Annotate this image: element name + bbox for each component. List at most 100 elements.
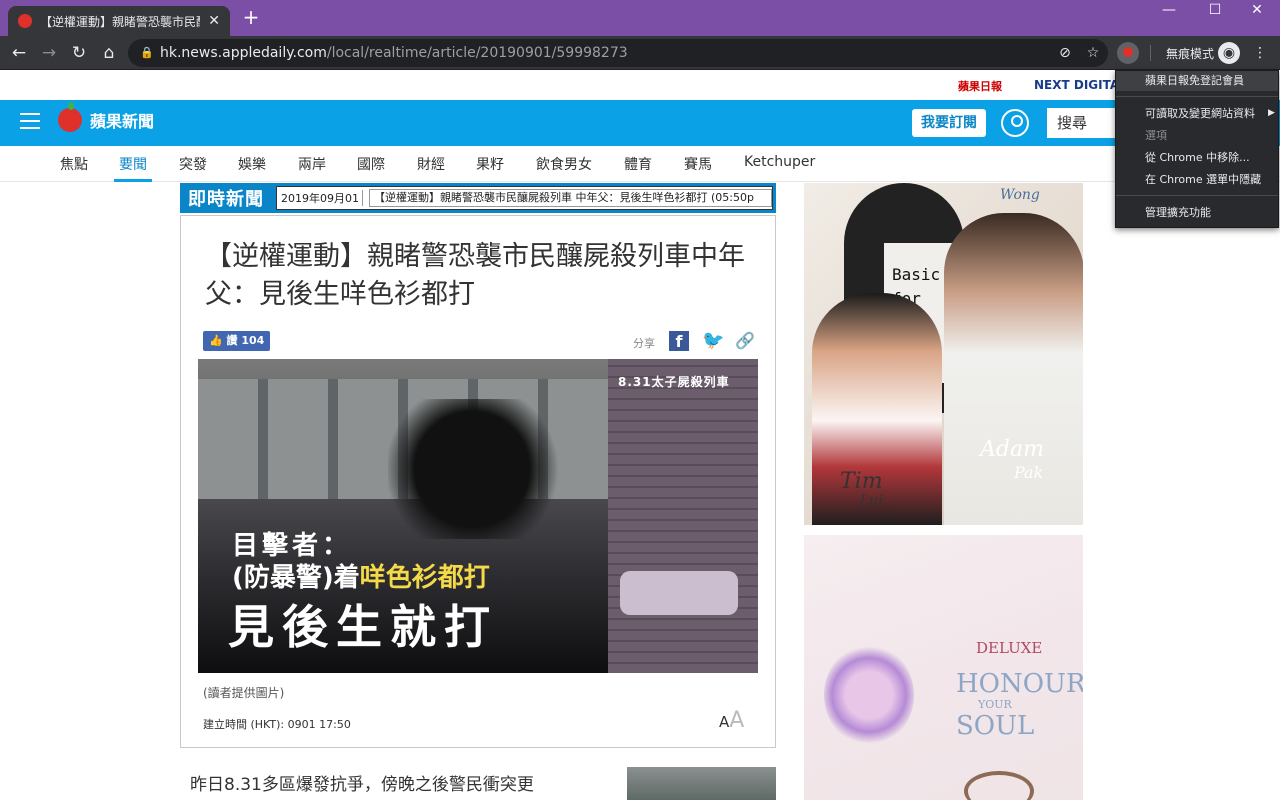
close-window-button[interactable]: ✕ — [1234, 0, 1280, 22]
apple-daily-favicon-icon — [18, 14, 32, 28]
maximize-button[interactable]: ☐ — [1192, 0, 1238, 22]
nav-item-news[interactable]: 要聞 — [119, 154, 147, 174]
subscribe-button[interactable]: 我要訂閱 — [912, 109, 986, 137]
page-content: 蘋果日報 NEXT DIGITAL 蘋果新聞 我要訂閱 搜尋 焦點 要聞 突發 … — [0, 70, 1280, 800]
menu-item-hide[interactable]: 在 Chrome 選單中隱藏 — [1145, 170, 1261, 190]
realtime-news-bar: 即時新聞 2019年09月01 【逆權運動】親睹警恐襲市民釀屍殺列車 中年父：見… — [180, 183, 776, 213]
nav-item-ketchuper[interactable]: Ketchuper — [744, 154, 815, 170]
main-nav-bar: 蘋果新聞 我要訂閱 搜尋 — [0, 100, 1280, 146]
ad-honour-text: HONOUR — [956, 669, 1083, 699]
photo-text-line3: 見後生就打 — [228, 600, 498, 654]
ad-flower-illustration — [824, 645, 914, 745]
ad-ring-ornament — [964, 771, 1034, 800]
nav-item-breaking[interactable]: 突發 — [179, 154, 207, 174]
ad-your-text: YOUR — [978, 698, 1012, 711]
ad-banner-actors[interactable]: Basic for Basi Wong Tim Lui Adam Pak — [804, 183, 1083, 525]
minimize-button[interactable]: — — [1146, 0, 1192, 22]
like-count: 讚 104 — [226, 334, 265, 347]
browser-toolbar: ← → ↻ ⌂ 🔒 hk.news.appledaily.com/local/r… — [0, 36, 1280, 70]
user-account-icon[interactable] — [1001, 109, 1029, 137]
forward-arrow-icon[interactable]: → — [38, 42, 60, 64]
menu-item-site-access[interactable]: 可讀取及變更網站資料 — [1145, 104, 1255, 124]
share-label: 分享 — [633, 337, 655, 350]
facebook-share-icon[interactable]: f — [669, 331, 689, 351]
home-icon[interactable]: ⌂ — [98, 42, 120, 64]
nav-item-focus[interactable]: 焦點 — [60, 154, 88, 174]
photo-bench — [620, 571, 738, 615]
browser-tab[interactable]: 【逆權運動】親睹警恐襲市民釀屍 ✕ — [8, 6, 230, 36]
ad-name-adam: Adam — [980, 437, 1044, 462]
nav-item-finance[interactable]: 財經 — [417, 154, 445, 174]
twitter-share-icon[interactable]: 🐦 — [702, 330, 724, 352]
browser-titlebar: 【逆權運動】親睹警恐襲市民釀屍 ✕ + — ☐ ✕ — [0, 0, 1280, 36]
brand-bar: 蘋果日報 NEXT DIGITAL — [0, 70, 1280, 100]
menu-separator — [1116, 195, 1278, 196]
ad-name-tim: Tim — [840, 469, 883, 494]
nav-item-china[interactable]: 兩岸 — [298, 154, 326, 174]
site-logo-text: 蘋果新聞 — [90, 112, 155, 131]
apple-daily-logo[interactable]: 蘋果日報 — [958, 78, 1002, 94]
active-nav-underline — [114, 179, 152, 182]
nav-item-racing[interactable]: 賽馬 — [684, 154, 712, 174]
article-card: 【逆權運動】親睹警恐襲市民釀屍殺列車中年父：見後生咩色衫都打 👍 讚 104 分… — [180, 215, 776, 748]
photo-crowd — [388, 399, 598, 539]
ad-deluxe-text: DELUXE — [976, 639, 1043, 657]
new-tab-button[interactable]: + — [240, 6, 262, 28]
photo-corner-caption: 8.31太子屍殺列車 — [618, 375, 730, 389]
bookmark-star-icon[interactable]: ☆ — [1082, 42, 1104, 64]
lock-icon: 🔒 — [140, 46, 154, 59]
url-path: /local/realtime/article/20190901/5999827… — [326, 45, 628, 61]
related-thumbnail[interactable] — [627, 767, 776, 800]
nav-item-international[interactable]: 國際 — [357, 154, 385, 174]
address-bar[interactable]: 🔒 hk.news.appledaily.com/local/realtime/… — [128, 39, 1108, 67]
nav-item-lifestyle[interactable]: 果籽 — [476, 154, 504, 174]
ad-name-lui: Lui — [860, 493, 883, 509]
tab-title: 【逆權運動】親睹警恐襲市民釀屍 — [40, 14, 200, 29]
nav-item-entertainment[interactable]: 娛樂 — [238, 154, 266, 174]
font-large-button[interactable]: A — [729, 708, 744, 733]
facebook-like-button[interactable]: 👍 讚 104 — [203, 331, 271, 351]
nav-item-food[interactable]: 飲食男女 — [536, 154, 592, 174]
menu-separator — [1116, 96, 1278, 97]
tab-close-icon[interactable]: ✕ — [208, 13, 220, 29]
copy-link-icon[interactable]: 🔗 — [735, 330, 755, 352]
menu-item-options: 選項 — [1145, 129, 1167, 142]
submenu-arrow-icon: ▶ — [1268, 108, 1275, 118]
realtime-article-select[interactable]: 【逆權運動】親睹警恐襲市民釀屍殺列車 中年父：見後生咩色衫都打 (05:50p — [369, 189, 772, 207]
photo-credit: (讀者提供圖片) — [203, 686, 285, 700]
search-input[interactable]: 搜尋 — [1047, 108, 1117, 138]
font-size-control: AA — [719, 708, 744, 733]
menu-item-remove[interactable]: 從 Chrome 中移除... — [1145, 148, 1250, 168]
toolbar-divider — [1150, 45, 1151, 61]
ad-soul-text: SOUL — [956, 711, 1035, 741]
article-first-paragraph: 昨日8.31多區爆發抗爭，傍晚之後警民衝突更 — [190, 775, 534, 795]
blocked-popup-icon[interactable]: ⊘ — [1054, 42, 1076, 64]
next-digital-logo[interactable]: NEXT DIGITAL — [1034, 78, 1127, 92]
incognito-icon[interactable]: ◉ — [1218, 42, 1240, 64]
photo-text-line2-a: (防暴警)着 — [232, 563, 360, 593]
menu-kebab-icon[interactable]: ⋮ — [1249, 42, 1271, 64]
site-logo[interactable]: 蘋果新聞 — [58, 102, 155, 132]
ad-name-wong: Wong — [1000, 187, 1040, 203]
created-time: 建立時間 (HKT): 0901 17:50 — [203, 718, 351, 731]
ad-name-pak: Pak — [1014, 463, 1044, 482]
url-host: hk.news.appledaily.com — [160, 45, 327, 61]
back-arrow-icon[interactable]: ← — [8, 42, 30, 64]
ad-banner-deluxe[interactable]: DELUXE HONOUR YOUR SOUL — [804, 535, 1083, 800]
menu-item-manage-extensions[interactable]: 管理擴充功能 — [1145, 203, 1211, 223]
article-photo[interactable]: 8.31太子屍殺列車 目擊者： (防暴警)着咩色衫都打 見後生就打 — [198, 359, 758, 673]
ad-honour-your-soul: HONOUR YOUR SOUL — [956, 669, 1083, 741]
menu-item-free-member[interactable]: 蘋果日報免登記會員 — [1116, 71, 1278, 91]
realtime-date[interactable]: 2019年09月01 — [277, 190, 363, 206]
photo-text-line2-b: 咩色衫都打 — [359, 563, 490, 593]
hamburger-menu-icon[interactable] — [20, 113, 40, 131]
font-small-button[interactable]: A — [719, 713, 729, 731]
extension-context-menu: 蘋果日報免登記會員 可讀取及變更網站資料 ▶ 選項 從 Chrome 中移除..… — [1115, 70, 1279, 228]
reload-icon[interactable]: ↻ — [68, 42, 90, 64]
article-headline: 【逆權運動】親睹警恐襲市民釀屍殺列車中年父：見後生咩色衫都打 — [205, 241, 745, 310]
realtime-label: 即時新聞 — [188, 189, 264, 210]
photo-tile-wall — [608, 359, 758, 673]
apple-logo-icon — [58, 102, 82, 132]
apple-extension-icon[interactable] — [1117, 42, 1139, 64]
nav-item-sports[interactable]: 體育 — [624, 154, 652, 174]
